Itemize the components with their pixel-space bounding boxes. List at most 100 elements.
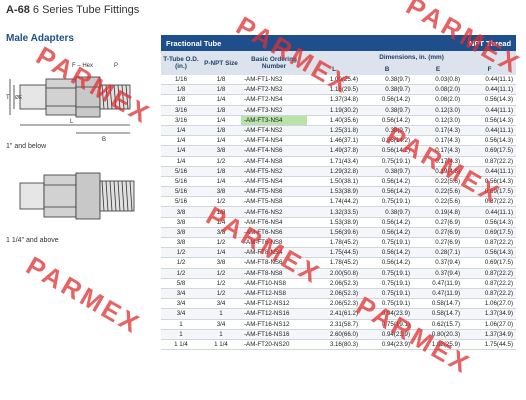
p-label: P <box>114 63 118 69</box>
cell-b: 0.75(19.1) <box>361 298 414 310</box>
cell-ttube: 1/4 <box>161 145 201 157</box>
cell-e: 0.58(14.7) <box>413 298 464 310</box>
table-row: 1/4 3/8 -AM-FT4-NS6 1.49(37.8) 0.56(14.2) 0.1… <box>161 145 517 157</box>
cell-pnpt: 1/2 <box>201 237 241 249</box>
cell-order: -AM-FT1-NS2 <box>241 75 307 86</box>
table-row: 1/4 1/2 -AM-FT4-NS8 1.71(43.4) 0.75(19.1) 0.1… <box>161 156 517 167</box>
cell-order: -AM-FT5-NS2 <box>241 166 307 177</box>
cell-f: 0.87(22.2) <box>463 268 517 279</box>
cell-f: 0.44(11.1) <box>463 75 517 86</box>
cell-order: -AM-FT4-NS4 <box>241 135 307 147</box>
cell-b: 0.75(19.1) <box>361 237 414 249</box>
cell-ttube: 3/8 <box>161 217 201 228</box>
cell-e: 0.80(20.3) <box>413 329 464 340</box>
cell-e: 0.17(4.3) <box>413 145 464 157</box>
cell-pnpt: 3/4 <box>201 319 241 330</box>
cell-e: 0.22(5.6) <box>413 186 464 198</box>
table-row: 5/16 3/8 -AM-FT5-NS6 1.53(38.9) 0.56(14.2) 0.… <box>161 186 517 198</box>
cell-e: 0.22(5.6) <box>413 176 464 188</box>
cell-ttube: 3/4 <box>161 298 201 310</box>
table-row: 3/16 1/4 -AM-FT3-NS4 1.40(35.6) 0.56(14.2) 0.… <box>161 115 517 126</box>
cell-order: -AM-FT5-NS8 <box>241 196 307 208</box>
cell-pnpt: 1/8 <box>201 125 241 137</box>
header-f: F <box>463 63 517 75</box>
cell-l: 1.78(45.2) <box>307 257 362 269</box>
table-row: 1/8 1/4 -AM-FT2-NS4 1.37(34.8) 0.56(14.2) 0.0… <box>161 94 517 106</box>
cell-e: 0.47(11.9) <box>413 278 464 289</box>
cell-b: 0.94(23.9) <box>361 339 414 351</box>
page-header: A-68 6 Series Tube Fittings <box>6 4 139 16</box>
cell-f: 0.56(14.3) <box>463 217 517 228</box>
dimensions-table: Fractional Tube NPT Thread T-Tube O.D. (… <box>161 35 517 351</box>
cell-e: 0.27(6.9) <box>413 227 464 239</box>
cell-l: 3.16(80.3) <box>307 339 362 351</box>
cell-b: 0.56(14.2) <box>361 257 414 269</box>
cell-l: 2.60(66.0) <box>307 329 362 340</box>
cell-b: 0.56(14.2) <box>361 135 414 147</box>
cell-ttube: 1 1/4 <box>161 339 201 351</box>
cell-ttube: 3/16 <box>161 105 201 116</box>
cell-b: 0.38(9.7) <box>361 105 414 116</box>
cell-f: 0.87(22.2) <box>463 288 517 300</box>
cell-pnpt: 1/4 <box>201 135 241 147</box>
table-row: 3/8 1/2 -AM-FT6-NS8 1.78(45.2) 0.75(19.1) 0.2… <box>161 237 517 249</box>
cell-f: 1.37(34.9) <box>463 308 517 320</box>
cell-order: -AM-FT8-NS4 <box>241 247 307 259</box>
cell-ttube: 1/4 <box>161 156 201 167</box>
cell-e: 0.28(7.1) <box>413 247 464 259</box>
cell-f: 0.56(14.3) <box>463 115 517 126</box>
cell-pnpt: 1/2 <box>201 278 241 289</box>
cell-pnpt: 1/8 <box>201 206 241 218</box>
cell-order: -AM-FT20-NS20 <box>241 339 307 351</box>
cell-e: 0.27(6.9) <box>413 217 464 228</box>
cell-f: 0.44(11.1) <box>463 105 517 116</box>
cell-order: -AM-FT5-NS6 <box>241 186 307 198</box>
cell-b: 0.75(19.1) <box>361 319 414 330</box>
table-row: 5/8 1/2 -AM-FT10-NS8 2.06(52.3) 0.75(19.1) 0.… <box>161 278 517 289</box>
cell-e: 0.27(6.9) <box>413 237 464 249</box>
cell-f: 1.75(44.5) <box>463 339 517 351</box>
cell-b: 0.75(19.1) <box>361 278 414 289</box>
b-label: B <box>102 137 106 143</box>
cell-pnpt: 1/8 <box>201 105 241 116</box>
caption-large: 1 1/4" and above <box>6 237 59 244</box>
cell-ttube: 5/16 <box>161 186 201 198</box>
cell-l: 1.56(39.6) <box>307 227 362 239</box>
cell-b: 0.94(23.9) <box>361 308 414 320</box>
table-title-left: Fractional Tube <box>161 35 362 51</box>
t-label: T <box>6 95 10 101</box>
table-row: 1/2 1/4 -AM-FT8-NS4 1.75(44.5) 0.56(14.2) 0.2… <box>161 247 517 259</box>
cell-e: 0.58(14.7) <box>413 308 464 320</box>
cell-e: 0.19(4.8) <box>413 206 464 218</box>
cell-l: 1.00(25.4) <box>307 75 362 86</box>
cell-pnpt: 1 1/4 <box>201 339 241 351</box>
cell-l: 2.06(52.3) <box>307 278 362 289</box>
cell-ttube: 1/4 <box>161 125 201 137</box>
cell-f: 0.69(17.5) <box>463 227 517 239</box>
cell-pnpt: 1/2 <box>201 288 241 300</box>
cell-pnpt: 3/8 <box>201 186 241 198</box>
cell-l: 2.41(61.2) <box>307 308 362 320</box>
cell-pnpt: 1/8 <box>201 166 241 177</box>
cell-l: 1.16(29.5) <box>307 84 362 96</box>
cell-b: 0.56(14.2) <box>361 145 414 157</box>
cell-pnpt: 3/8 <box>201 145 241 157</box>
cell-f: 0.87(22.2) <box>463 196 517 208</box>
section-title: Male Adapters <box>6 33 74 44</box>
table-row: 5/16 1/4 -AM-FT5-NS4 1.50(38.1) 0.56(14.2) 0.… <box>161 176 517 188</box>
cell-ttube: 1 <box>161 319 201 330</box>
cell-l: 1.78(45.2) <box>307 237 362 249</box>
cell-order: -AM-FT2-NS4 <box>241 94 307 106</box>
cell-f: 0.69(17.5) <box>463 257 517 269</box>
cell-f: 0.69(17.5) <box>463 186 517 198</box>
cell-b: 0.38(9.7) <box>361 125 414 137</box>
table-row: 1 1/4 1 1/4 -AM-FT20-NS20 3.16(80.3) 0.94(23… <box>161 339 517 351</box>
cell-e: 0.17(4.3) <box>413 125 464 137</box>
cell-b: 0.38(9.7) <box>361 75 414 86</box>
cell-b: 0.56(14.2) <box>361 227 414 239</box>
cell-e: 0.08(2.0) <box>413 84 464 96</box>
cell-order: -AM-FT5-NS4 <box>241 176 307 188</box>
cell-pnpt: 1/4 <box>201 94 241 106</box>
cell-ttube: 1 <box>161 329 201 340</box>
cell-f: 0.44(11.1) <box>463 166 517 177</box>
